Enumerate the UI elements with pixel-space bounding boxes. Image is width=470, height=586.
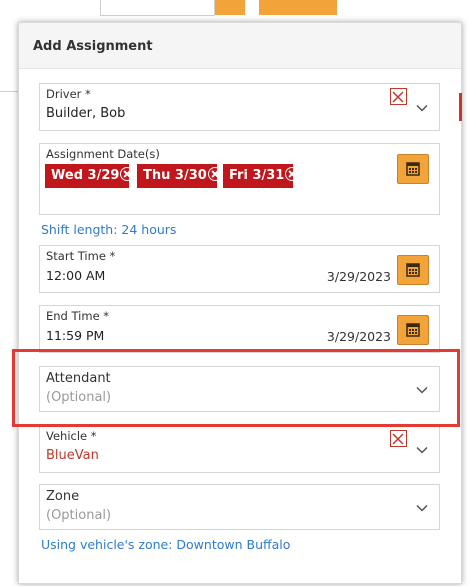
end-date-value: 3/29/2023 [326, 329, 391, 344]
vehicle-label: Vehicle * [46, 429, 97, 443]
start-time-value: 12:00 AM [46, 268, 106, 283]
date-chip[interactable]: Fri 3/31 [223, 164, 300, 188]
driver-label: Driver * [46, 87, 91, 101]
shift-length-link[interactable]: Shift length: 24 hours [41, 222, 176, 237]
start-time-field[interactable]: Start Time * 12:00 AM 3/29/2023 [39, 245, 440, 293]
clear-icon[interactable] [390, 88, 407, 105]
driver-select[interactable]: Driver * Builder, Bob [39, 83, 440, 131]
zone-placeholder: (Optional) [46, 508, 112, 523]
modal-title: Add Assignment [19, 23, 461, 69]
modal-edge-marker [459, 93, 462, 121]
calendar-icon [406, 162, 420, 176]
calendar-button[interactable] [397, 315, 429, 345]
end-time-label: End Time * [46, 309, 110, 323]
calendar-icon [406, 323, 420, 337]
date-chip-label: Wed 3/29 [51, 168, 120, 183]
chip-remove-icon[interactable] [207, 167, 222, 181]
date-chip[interactable]: Thu 3/30 [137, 164, 222, 188]
date-chip-label: Thu 3/30 [143, 168, 207, 183]
highlight-annotation [12, 349, 460, 427]
end-time-field[interactable]: End Time * 11:59 PM 3/29/2023 [39, 305, 440, 353]
chevron-down-icon[interactable] [415, 501, 429, 515]
zone-note: Using vehicle's zone: Downtown Buffalo [41, 537, 291, 552]
zone-select[interactable]: Zone (Optional) [39, 484, 440, 530]
background-input [100, 0, 215, 16]
calendar-icon [406, 263, 420, 277]
vehicle-select[interactable]: Vehicle * BlueVan [39, 425, 440, 473]
clear-icon[interactable] [390, 430, 407, 447]
zone-label: Zone [46, 489, 80, 504]
assignment-dates-label: Assignment Date(s) [46, 147, 160, 161]
vehicle-value: BlueVan [46, 448, 99, 463]
calendar-button[interactable] [397, 255, 429, 285]
chevron-down-icon[interactable] [415, 443, 429, 457]
chip-remove-icon[interactable] [285, 167, 300, 181]
chip-remove-icon[interactable] [120, 167, 135, 181]
background-button [215, 0, 245, 15]
background-button [259, 0, 337, 15]
chevron-down-icon[interactable] [415, 101, 429, 115]
add-assignment-modal: Add Assignment Driver * Builder, Bob Ass… [18, 22, 462, 584]
calendar-button[interactable] [397, 154, 429, 184]
end-time-value: 11:59 PM [46, 328, 105, 343]
date-chip[interactable]: Wed 3/29 [45, 164, 135, 188]
date-chip-label: Fri 3/31 [229, 168, 285, 183]
assignment-dates-field[interactable]: Assignment Date(s) Wed 3/29 Thu 3/30 Fri… [39, 143, 440, 215]
start-date-value: 3/29/2023 [326, 269, 391, 284]
start-time-label: Start Time * [46, 249, 116, 263]
driver-value: Builder, Bob [46, 106, 126, 121]
background-divider [0, 91, 18, 92]
